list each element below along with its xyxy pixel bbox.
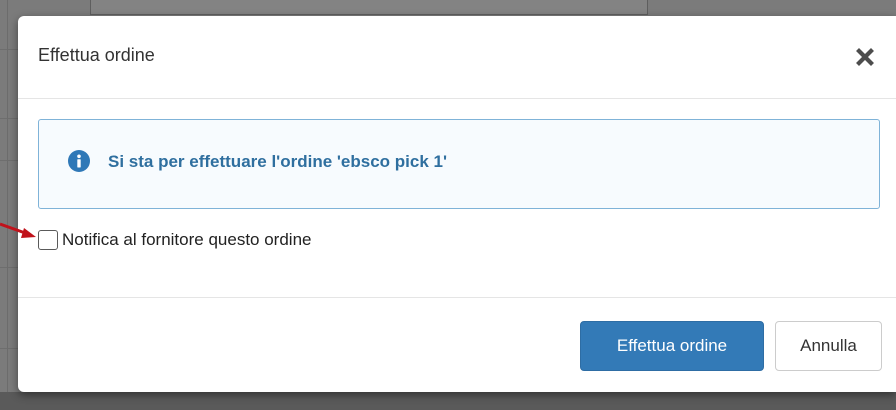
info-icon bbox=[68, 150, 90, 172]
notify-supplier-row: Notifica al fornitore questo ordine bbox=[38, 227, 311, 253]
background-footer bbox=[0, 392, 896, 410]
dialog-footer: Effettua ordine Annulla bbox=[18, 297, 896, 393]
annotation-arrow-icon bbox=[0, 222, 36, 238]
dialog-header: Effettua ordine bbox=[18, 16, 896, 99]
notify-supplier-label[interactable]: Notifica al fornitore questo ordine bbox=[62, 230, 311, 250]
confirm-order-button[interactable]: Effettua ordine bbox=[580, 321, 764, 371]
background-row-divider bbox=[0, 118, 18, 119]
background-column-divider bbox=[7, 0, 8, 410]
close-icon bbox=[856, 48, 874, 66]
background-row-divider bbox=[0, 348, 18, 349]
notify-supplier-checkbox[interactable] bbox=[38, 230, 58, 250]
background-field bbox=[90, 0, 648, 15]
background-row-divider bbox=[0, 267, 18, 268]
background-row-divider bbox=[0, 160, 18, 161]
background-row-divider bbox=[0, 49, 18, 50]
alert-message: Si sta per effettuare l'ordine 'ebsco pi… bbox=[108, 152, 448, 171]
close-button[interactable] bbox=[854, 46, 876, 68]
order-dialog: Effettua ordine Si sta per effettuare l'… bbox=[18, 16, 896, 392]
dialog-title: Effettua ordine bbox=[38, 45, 155, 65]
info-alert: Si sta per effettuare l'ordine 'ebsco pi… bbox=[38, 119, 880, 209]
cancel-button[interactable]: Annulla bbox=[775, 321, 882, 371]
